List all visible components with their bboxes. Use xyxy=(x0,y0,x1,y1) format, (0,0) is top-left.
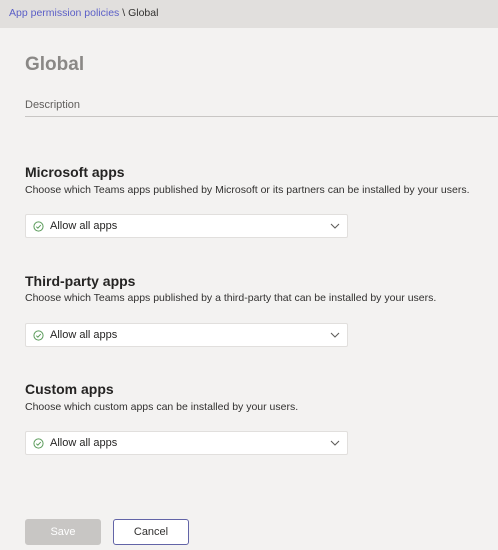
breadcrumb-link-app-permission-policies[interactable]: App permission policies xyxy=(9,7,119,19)
check-circle-icon xyxy=(33,221,44,232)
microsoft-apps-description: Choose which Teams apps published by Mic… xyxy=(25,184,470,196)
description-underline xyxy=(25,116,498,117)
description-field[interactable]: Description xyxy=(25,99,80,111)
third-party-apps-dropdown[interactable]: Allow all apps xyxy=(25,323,348,347)
microsoft-apps-heading: Microsoft apps xyxy=(25,164,125,180)
third-party-apps-description: Choose which Teams apps published by a t… xyxy=(25,292,437,304)
custom-apps-dropdown[interactable]: Allow all apps xyxy=(25,431,348,455)
dropdown-value: Allow all apps xyxy=(50,329,118,341)
chevron-down-icon xyxy=(330,440,340,446)
custom-apps-heading: Custom apps xyxy=(25,381,114,397)
microsoft-apps-dropdown[interactable]: Allow all apps xyxy=(25,214,348,238)
top-bar: App permission policies \ Global xyxy=(0,0,498,28)
dropdown-value: Allow all apps xyxy=(50,220,118,232)
breadcrumb-separator: \ xyxy=(122,7,126,19)
breadcrumb-current: Global xyxy=(128,7,159,19)
page-title: Global xyxy=(25,54,85,75)
save-button[interactable]: Save xyxy=(25,519,101,545)
check-circle-icon xyxy=(33,330,44,341)
check-circle-icon xyxy=(33,438,44,449)
chevron-down-icon xyxy=(330,332,340,338)
breadcrumb: App permission policies \ Global xyxy=(9,7,158,19)
custom-apps-description: Choose which custom apps can be installe… xyxy=(25,401,299,413)
cancel-button[interactable]: Cancel xyxy=(113,519,189,545)
dropdown-value: Allow all apps xyxy=(50,437,118,449)
third-party-apps-heading: Third-party apps xyxy=(25,273,136,289)
chevron-down-icon xyxy=(330,223,340,229)
